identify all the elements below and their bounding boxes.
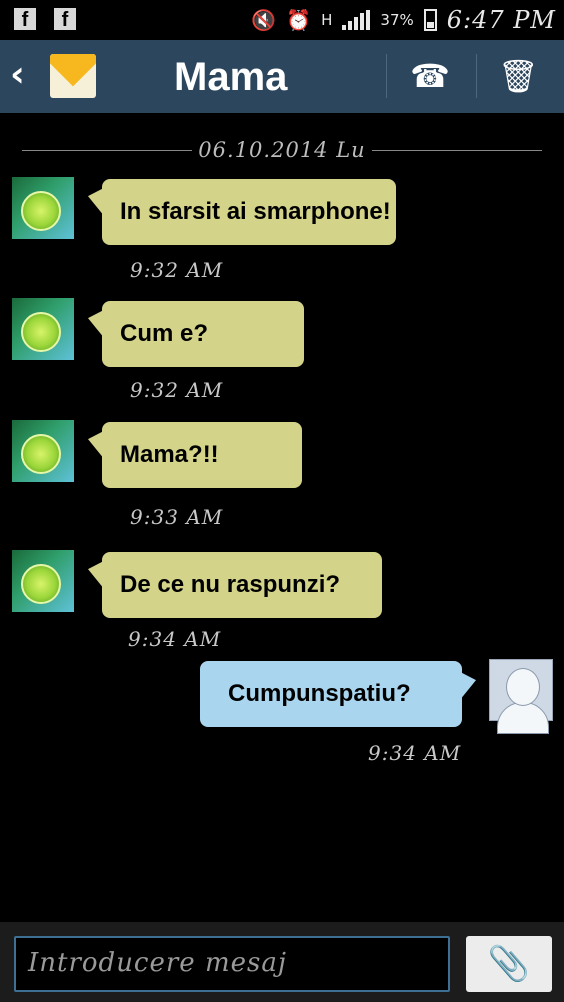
contact-avatar[interactable] [12,550,74,612]
incoming-message-bubble[interactable]: Cum e? [102,301,304,367]
contact-avatar[interactable] [12,420,74,482]
message-input[interactable]: Introducere mesaj [14,936,450,992]
contact-avatar[interactable] [12,298,74,360]
battery-icon [423,9,437,31]
messages-app-icon[interactable] [50,54,96,98]
conversation-header: ‹ Mama ☎ 🗑 [0,40,564,113]
attach-button[interactable]: 📎 [466,936,552,992]
person-head [506,668,540,706]
lime-image [21,191,61,231]
contact-avatar[interactable] [12,177,74,239]
incoming-message-bubble[interactable]: De ce nu raspunzi? [102,552,382,618]
trash-icon[interactable]: 🗑 [498,56,539,96]
incoming-message-bubble[interactable]: Mama?!! [102,422,302,488]
battery-percent: 37% [380,11,414,29]
date-separator: 06.10.2014 Lu [22,138,542,162]
phone-icon[interactable]: ☎ [410,56,450,96]
message-time: 9:32 AM [130,258,224,282]
message-text: In sfarsit ai smarphone! [120,198,391,225]
message-time: 9:34 AM [368,741,462,765]
message-text: Cum e? [120,320,209,347]
message-text: Cumpunspatiu? [228,680,411,707]
divider [476,54,477,98]
lime-image [21,434,61,474]
my-avatar[interactable] [489,659,553,734]
message-text: Mama?!! [120,441,219,468]
back-icon[interactable]: ‹ [10,57,40,93]
paperclip-icon: 📎 [487,944,531,984]
alarm-icon: ⏰ [286,8,312,32]
lime-image [21,312,61,352]
network-type-icon: H [321,11,333,29]
status-bar: f f 🔇 ⏰ H 37% 6:47 PM [0,0,564,40]
signal-icon [342,10,371,30]
composer-bar: Introducere mesaj 📎 [0,922,564,1002]
message-time: 9:32 AM [130,378,224,402]
contact-name: Mama [174,55,288,99]
incoming-message-bubble[interactable]: In sfarsit ai smarphone! [102,179,396,245]
envelope-flap [50,54,96,87]
status-icons: 🔇 ⏰ H 37% 6:47 PM [251,6,556,34]
message-time: 9:34 AM [128,627,222,651]
divider [386,54,387,98]
facebook-notification-icon: f [54,8,76,31]
status-time: 6:47 PM [446,6,556,34]
message-text: De ce nu raspunzi? [120,571,341,598]
outgoing-message-bubble[interactable]: Cumpunspatiu? [200,661,462,727]
message-time: 9:33 AM [130,505,224,529]
lime-image [21,564,61,604]
divider [372,150,542,151]
mute-icon: 🔇 [251,8,277,32]
person-silhouette [497,702,549,734]
facebook-notification-icon: f [14,8,36,31]
